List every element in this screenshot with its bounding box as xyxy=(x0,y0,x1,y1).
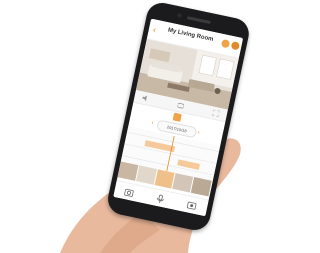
fullscreen-icon[interactable] xyxy=(212,109,220,117)
previous-day-button[interactable]: ‹ xyxy=(150,118,154,128)
playback-icon[interactable] xyxy=(172,112,182,122)
chevron-left-icon[interactable]: ‹ xyxy=(152,24,161,35)
speaker-grille xyxy=(186,16,211,25)
gear-icon[interactable] xyxy=(230,41,241,51)
camera-icon[interactable] xyxy=(124,187,135,198)
microphone-icon[interactable] xyxy=(155,194,166,205)
next-day-button[interactable]: › xyxy=(196,128,200,138)
sound-icon[interactable] xyxy=(142,95,149,102)
record-icon[interactable] xyxy=(186,200,197,211)
front-camera-icon xyxy=(177,13,182,18)
page-title: My Living Room xyxy=(167,27,214,43)
recording-thumbnail[interactable] xyxy=(191,177,213,197)
share-icon[interactable] xyxy=(220,38,231,49)
quality-icon[interactable] xyxy=(177,102,185,109)
